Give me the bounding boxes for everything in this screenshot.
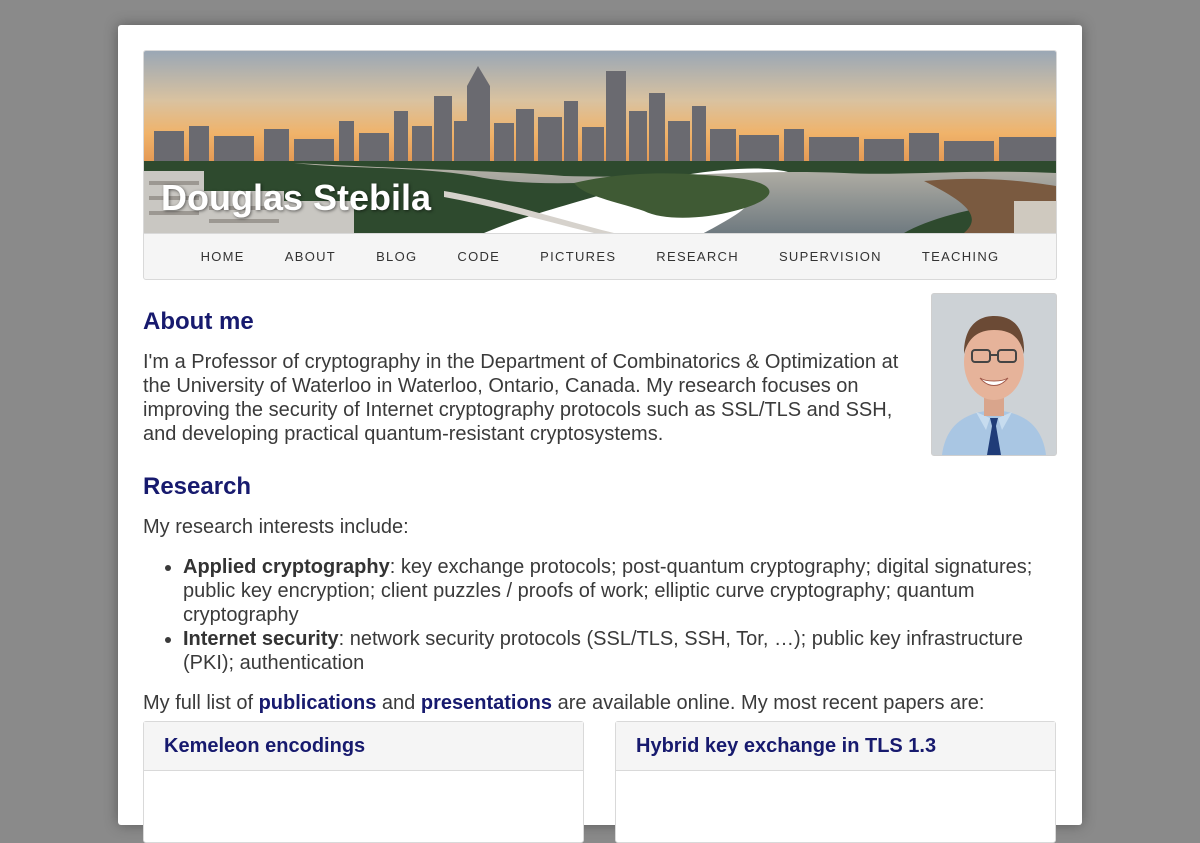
research-heading: Research: [143, 473, 252, 500]
about-text: I'm a Professor of cryptography in the D…: [143, 351, 899, 445]
interest-title: Internet security: [183, 628, 339, 650]
pubs-and: and: [376, 692, 421, 714]
paper-card[interactable]: Hybrid key exchange in TLS 1.3: [615, 721, 1056, 843]
main-nav: HOME ABOUT BLOG CODE PICTURES RESEARCH S…: [143, 233, 1057, 280]
nav-blog[interactable]: BLOG: [356, 249, 437, 264]
pubs-prefix: My full list of: [143, 692, 259, 714]
site-title[interactable]: Douglas Stebila: [161, 177, 431, 219]
paper-title[interactable]: Hybrid key exchange in TLS 1.3: [616, 722, 1055, 771]
nav-about[interactable]: ABOUT: [265, 249, 356, 264]
list-item: Applied cryptography: key exchange proto…: [183, 555, 1057, 627]
paper-card[interactable]: Kemeleon encodings: [143, 721, 584, 843]
page-card: Douglas Stebila HOME ABOUT BLOG CODE PIC…: [118, 25, 1082, 843]
nav-supervision[interactable]: SUPERVISION: [759, 249, 902, 264]
research-interests-list: Applied cryptography: key exchange proto…: [143, 555, 1057, 675]
publications-link[interactable]: publications: [259, 692, 377, 714]
nav-research[interactable]: RESEARCH: [636, 249, 759, 264]
profile-photo: [931, 293, 1057, 456]
nav-pictures[interactable]: PICTURES: [520, 249, 636, 264]
nav-teaching[interactable]: TEACHING: [902, 249, 1020, 264]
paper-title[interactable]: Kemeleon encodings: [144, 722, 583, 771]
pubs-suffix: are available online. My most recent pap…: [552, 692, 985, 714]
nav-home[interactable]: HOME: [181, 249, 265, 264]
nav-code[interactable]: CODE: [437, 249, 520, 264]
presentations-link[interactable]: presentations: [421, 692, 552, 714]
page-inner: Douglas Stebila HOME ABOUT BLOG CODE PIC…: [143, 50, 1057, 843]
publications-sentence: My full list of publications and present…: [143, 691, 984, 715]
list-item: Internet security: network security prot…: [183, 627, 1057, 675]
header-banner: Douglas Stebila: [143, 50, 1057, 233]
interest-title: Applied cryptography: [183, 556, 390, 578]
research-intro: My research interests include:: [143, 516, 409, 538]
about-heading: About me: [143, 308, 254, 335]
